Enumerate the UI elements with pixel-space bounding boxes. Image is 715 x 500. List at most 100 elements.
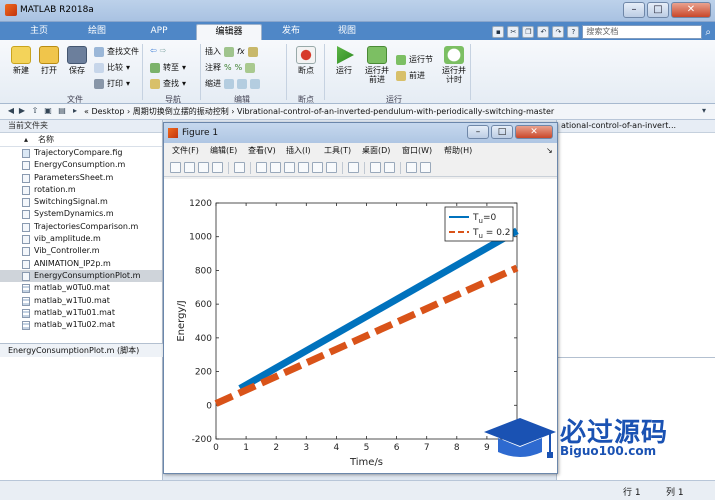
link-plot-icon[interactable] (348, 162, 359, 173)
compare-button[interactable]: 比较 ▾ (94, 62, 130, 73)
file-list-item[interactable]: matlab_w1Tu0.mat (0, 295, 162, 307)
undo-quick-icon[interactable]: ↶ (537, 26, 550, 38)
menu-file[interactable]: 文件(F) (172, 144, 199, 157)
m-file-icon (22, 271, 30, 281)
file-list-item[interactable]: matlab_w0Tu0.mat (0, 282, 162, 294)
print-button[interactable]: 打印 ▾ (94, 78, 130, 89)
pan-hand-icon[interactable] (284, 162, 295, 173)
cut-quick-icon[interactable]: ✂ (507, 26, 520, 38)
file-list-item[interactable]: TrajectoryCompare.fig (0, 147, 162, 159)
folder-path[interactable]: « Desktop › 周期切换倒立摆的振动控制 › Vibrational-c… (84, 104, 554, 119)
file-list-item[interactable]: matlab_w1Tu01.mat (0, 307, 162, 319)
figure-window-controls: – □ ✕ (467, 125, 553, 139)
tab-view[interactable]: 视图 (322, 24, 372, 40)
run-section-button[interactable]: 运行节 (396, 54, 433, 65)
dock-icon[interactable]: ↘ (546, 144, 553, 157)
tab-plots[interactable]: 绘图 (72, 24, 122, 40)
browse-folder-icon[interactable]: ▣ (43, 106, 53, 116)
hide-plot-tools-icon[interactable] (406, 162, 417, 173)
run-and-time-button[interactable]: 运行并 计时 (440, 46, 468, 84)
find-files-button[interactable]: 查找文件 (94, 46, 139, 57)
folder-up-icon[interactable]: ⇧ (30, 106, 40, 116)
back-icon[interactable]: ◀ (6, 106, 16, 116)
open-button[interactable]: 打开 (36, 46, 62, 75)
advance-button[interactable]: 前进 (396, 70, 425, 81)
run-advance-icon (367, 46, 387, 64)
file-name: matlab_w1Tu01.mat (34, 307, 115, 317)
search-icon[interactable]: ⌕ (705, 27, 711, 38)
maximize-button[interactable]: □ (647, 2, 669, 18)
menu-view[interactable]: 查看(V) (248, 144, 276, 157)
search-docs-input[interactable]: 搜索文档 (582, 25, 703, 39)
menu-help[interactable]: 帮助(H) (444, 144, 472, 157)
menu-edit[interactable]: 编辑(E) (210, 144, 237, 157)
file-list-item[interactable]: ParametersSheet.m (0, 172, 162, 184)
close-button[interactable]: ✕ (671, 2, 711, 18)
menu-window[interactable]: 窗口(W) (402, 144, 432, 157)
menu-insert[interactable]: 插入(I) (286, 144, 311, 157)
file-list-item[interactable]: matlab_w1Tu02.mat (0, 319, 162, 331)
help-quick-icon[interactable]: ? (567, 26, 580, 38)
save-quick-icon[interactable]: ▪ (492, 26, 505, 38)
editor-tab-header[interactable]: ational-control-of-an-invert... (557, 120, 715, 133)
colorbar-icon[interactable] (370, 162, 381, 173)
save-button[interactable]: 保存 (64, 46, 90, 75)
zoom-in-icon[interactable] (256, 162, 267, 173)
run-and-advance-button[interactable]: 运行并 前进 (362, 46, 392, 84)
rotate-3d-icon[interactable] (298, 162, 309, 173)
breakpoints-button[interactable]: 断点 (292, 46, 320, 75)
tab-apps[interactable]: APP (134, 24, 184, 40)
print-figure-icon[interactable] (212, 162, 223, 173)
minimize-button[interactable]: – (623, 2, 645, 18)
tab-publish[interactable]: 发布 (266, 24, 316, 40)
zoom-out-icon[interactable] (270, 162, 281, 173)
column-header-name[interactable]: ▴ 名称 (0, 133, 162, 147)
file-list-item[interactable]: vib_amplitude.m (0, 233, 162, 245)
tab-editor[interactable]: 编辑器 (196, 24, 262, 40)
open-file-icon[interactable] (184, 162, 195, 173)
folder-icon[interactable]: ▤ (57, 106, 67, 116)
new-figure-icon[interactable] (170, 162, 181, 173)
select-arrow-icon[interactable] (234, 162, 245, 173)
file-list-item[interactable]: SystemDynamics.m (0, 208, 162, 220)
show-plot-tools-icon[interactable] (420, 162, 431, 173)
comment-button[interactable]: 注释%% (205, 62, 256, 73)
file-list-item[interactable]: SwitchingSignal.m (0, 196, 162, 208)
figure-maximize-button[interactable]: □ (491, 125, 513, 139)
figure-close-button[interactable]: ✕ (515, 125, 553, 139)
menu-desktop[interactable]: 桌面(D) (362, 144, 390, 157)
chevron-down-icon[interactable]: ▾ (699, 106, 709, 116)
find-button[interactable]: 查找 ▾ (150, 78, 186, 89)
goto-button[interactable]: 转至 ▾ (150, 62, 186, 73)
run-button[interactable]: 运行 (330, 46, 358, 75)
file-list-item[interactable]: ANIMATION_IP2p.m (0, 258, 162, 270)
m-file-icon (22, 235, 30, 245)
brush-icon[interactable] (326, 162, 337, 173)
x-axis-label: Time/s (349, 457, 383, 468)
insert-button[interactable]: 插入 fx (205, 46, 258, 57)
file-list-item[interactable]: EnergyConsumptionPlot.m (0, 269, 162, 283)
forward-arrow-icon: ⇨ (159, 46, 167, 55)
file-list-item[interactable]: Vib_Controller.m (0, 245, 162, 257)
legend-icon[interactable] (384, 162, 395, 173)
figure-minimize-button[interactable]: – (467, 125, 489, 139)
file-list-item[interactable]: TrajectoriesComparison.m (0, 221, 162, 233)
tab-home[interactable]: 主页 (14, 24, 64, 40)
copy-quick-icon[interactable]: ❐ (522, 26, 535, 38)
advance-icon (396, 70, 406, 81)
decrease-indent-icon (237, 78, 247, 89)
forward-icon[interactable]: ▶ (17, 106, 27, 116)
run-time-icon (444, 46, 464, 64)
history-icon[interactable]: ▸ (70, 106, 80, 116)
title-bar: MATLAB R2018a – □ ✕ (0, 0, 715, 22)
file-list-item[interactable]: EnergyConsumption.m (0, 159, 162, 171)
chevron-down-icon: ▾ (126, 79, 131, 88)
menu-tools[interactable]: 工具(T) (324, 144, 351, 157)
save-figure-icon[interactable] (198, 162, 209, 173)
back-forward-buttons[interactable]: ⇦ ⇨ (150, 46, 166, 55)
data-cursor-icon[interactable] (312, 162, 323, 173)
redo-quick-icon[interactable]: ↷ (552, 26, 565, 38)
indent-button[interactable]: 缩进 (205, 78, 260, 89)
file-list-item[interactable]: rotation.m (0, 184, 162, 196)
new-button[interactable]: 新建 (6, 46, 36, 75)
